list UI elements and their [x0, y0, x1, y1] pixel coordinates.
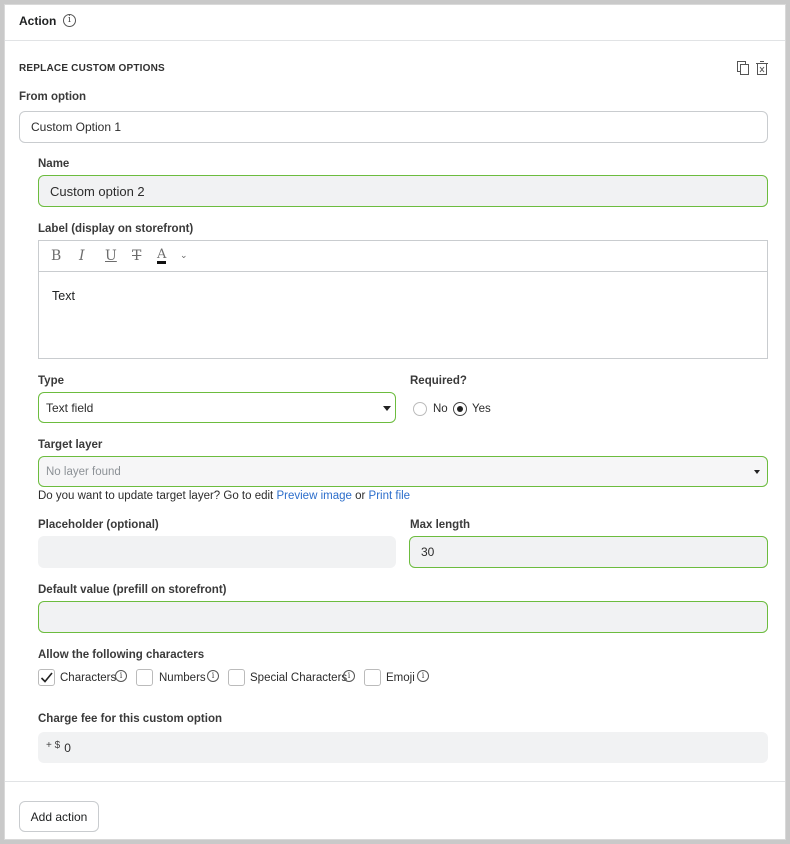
header-divider — [5, 40, 785, 41]
preview-image-link[interactable]: Preview image — [276, 490, 351, 502]
default-value-label: Default value (prefill on storefront) — [38, 584, 227, 596]
editor-content[interactable]: Text — [52, 289, 75, 303]
help-text: Do you want to update target layer? Go t… — [38, 490, 274, 502]
type-value: Text field — [46, 400, 94, 415]
charge-fee-value: 0 — [64, 740, 71, 755]
from-option-field[interactable]: Custom Option 1 — [19, 111, 768, 143]
bold-button[interactable]: B — [51, 248, 61, 264]
required-yes-label: Yes — [472, 403, 491, 415]
target-layer-select[interactable]: No layer found — [38, 456, 768, 487]
name-label: Name — [38, 158, 70, 170]
from-option-label: From option — [19, 91, 87, 103]
type-select[interactable]: Text field — [38, 392, 396, 423]
footer-divider — [5, 781, 785, 782]
placeholder-input[interactable] — [38, 536, 396, 568]
panel-title: Action — [19, 14, 57, 28]
from-option-value: Custom Option 1 — [31, 120, 122, 134]
allow-chars-label: Allow the following characters — [38, 649, 205, 661]
info-icon[interactable]: i — [207, 670, 219, 682]
target-layer-label: Target layer — [38, 439, 103, 451]
print-file-link[interactable]: Print file — [369, 490, 411, 502]
placeholder-label: Placeholder (optional) — [38, 519, 159, 531]
target-layer-help: Do you want to update target layer? Go t… — [38, 490, 410, 502]
info-icon[interactable]: i — [343, 670, 355, 682]
name-input[interactable]: Custom option 2 — [38, 175, 768, 207]
editor-toolbar: B I U T A ⌄ — [39, 241, 767, 272]
info-icon[interactable]: i — [63, 14, 76, 27]
help-or-text: or — [355, 490, 366, 502]
caret-down-icon — [383, 406, 391, 411]
characters-checkbox[interactable] — [38, 669, 55, 686]
rich-text-editor[interactable]: B I U T A ⌄ Text — [38, 240, 768, 359]
info-icon[interactable]: i — [115, 670, 127, 682]
default-value-input[interactable] — [38, 601, 768, 633]
required-yes-radio[interactable] — [453, 402, 467, 416]
charge-fee-label: Charge fee for this custom option — [38, 713, 223, 725]
max-length-value: 30 — [421, 545, 435, 559]
duplicate-icon[interactable] — [737, 61, 749, 78]
action-panel: Action i REPLACE CUSTOM OPTIONS From opt… — [4, 4, 786, 840]
charge-fee-input[interactable]: + $ 0 — [38, 732, 768, 763]
emoji-checkbox[interactable] — [364, 669, 381, 686]
numbers-checkbox[interactable] — [136, 669, 153, 686]
italic-button[interactable]: I — [79, 248, 85, 264]
underline-button[interactable]: U — [105, 248, 117, 264]
text-color-button[interactable]: A — [157, 248, 167, 264]
max-length-label: Max length — [410, 519, 471, 531]
strikethrough-button[interactable]: T — [132, 248, 141, 264]
numbers-label: Numbers — [159, 672, 206, 684]
caret-down-icon — [754, 470, 760, 474]
special-characters-label: Special Characters — [250, 672, 348, 684]
required-no-label: No — [433, 403, 448, 415]
charge-fee-prefix: + $ — [46, 740, 61, 751]
max-length-input[interactable]: 30 — [409, 536, 768, 568]
label-editor-label: Label (display on storefront) — [38, 223, 194, 235]
target-layer-placeholder: No layer found — [46, 465, 121, 478]
required-label: Required? — [410, 375, 467, 387]
type-label: Type — [38, 375, 64, 387]
add-action-button[interactable]: Add action — [19, 801, 99, 832]
required-no-radio[interactable] — [413, 402, 427, 416]
special-characters-checkbox[interactable] — [228, 669, 245, 686]
characters-label: Characters — [60, 672, 117, 684]
emoji-label: Emoji — [386, 672, 415, 684]
info-icon[interactable]: i — [417, 670, 429, 682]
chevron-down-icon[interactable]: ⌄ — [180, 250, 188, 261]
delete-icon[interactable] — [756, 61, 768, 78]
section-title: REPLACE CUSTOM OPTIONS — [19, 63, 165, 74]
name-value: Custom option 2 — [50, 183, 145, 199]
